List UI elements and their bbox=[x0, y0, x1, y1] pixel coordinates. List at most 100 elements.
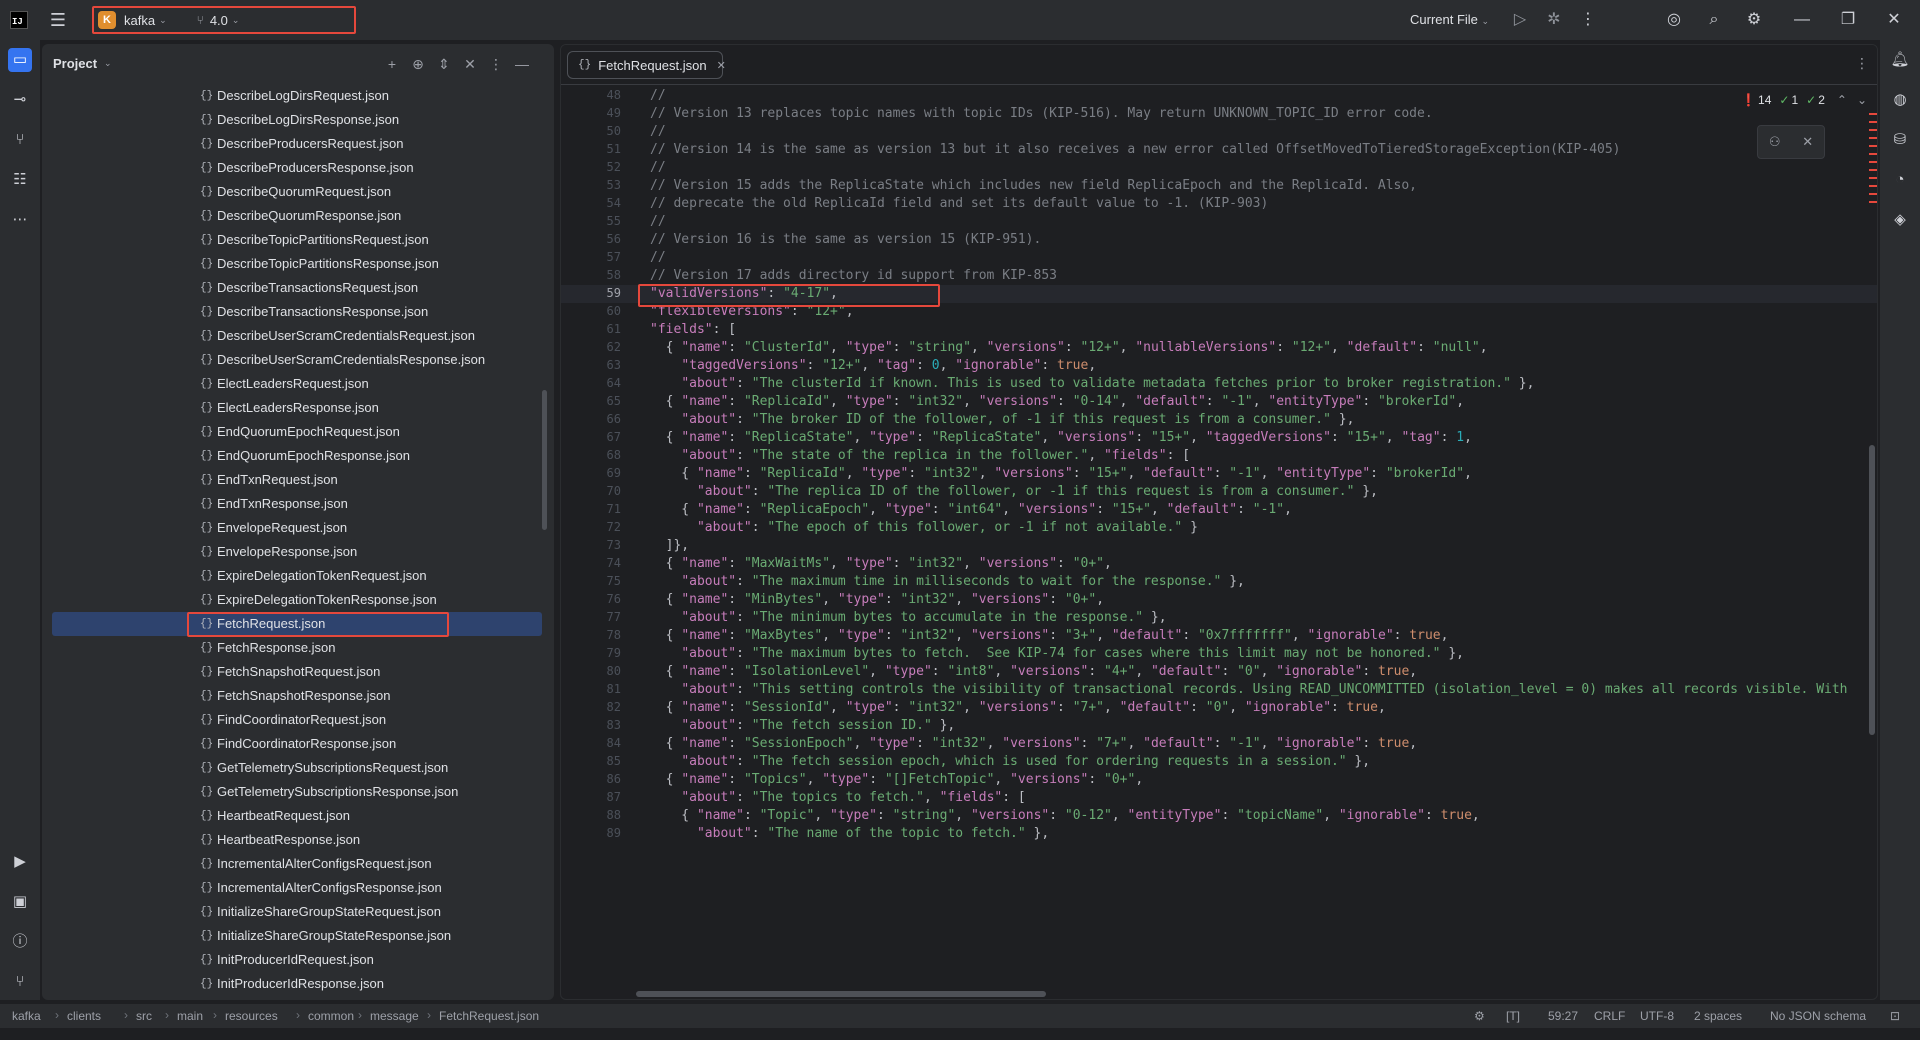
git-branch-icon[interactable]: ⑂ bbox=[197, 13, 204, 27]
git-icon[interactable]: ⑂ bbox=[8, 970, 32, 994]
more-tools-icon[interactable]: ⋯ bbox=[8, 208, 32, 232]
code-line[interactable]: 58 // Version 17 adds directory id suppor… bbox=[561, 267, 1877, 285]
code-line[interactable]: 62 { "name": "ClusterId", "type": "strin… bbox=[561, 339, 1877, 357]
code-editor[interactable]: 48 // 49 // Version 13 replaces topic names… bbox=[561, 85, 1877, 999]
tree-item[interactable]: {} InitializeShareGroupStateRequest.json bbox=[52, 900, 542, 924]
code-line[interactable]: 84 { "name": "SessionEpoch", "type": "in… bbox=[561, 735, 1877, 753]
code-line[interactable]: 86 { "name": "Topics", "type": "[]FetchT… bbox=[561, 771, 1877, 789]
code-line[interactable]: 59 "validVersions": "4-17", bbox=[561, 285, 1877, 303]
project-name-dropdown[interactable]: kafka bbox=[124, 13, 155, 28]
project-panel-title[interactable]: Project bbox=[53, 56, 97, 71]
error-stripe-mark[interactable] bbox=[1869, 113, 1877, 115]
code-line[interactable]: 61 "fields": [ bbox=[561, 321, 1877, 339]
tree-item[interactable]: {} DescribeLogDirsRequest.json bbox=[52, 84, 542, 108]
commit-tool-icon[interactable]: ⊸ bbox=[8, 88, 32, 112]
tree-item[interactable]: {} EnvelopeRequest.json bbox=[52, 516, 542, 540]
error-stripe-mark[interactable] bbox=[1869, 129, 1877, 131]
project-badge[interactable]: K bbox=[98, 11, 116, 29]
tree-item[interactable]: {} InitProducerIdRequest.json bbox=[52, 948, 542, 972]
code-line[interactable]: 76 { "name": "MinBytes", "type": "int32"… bbox=[561, 591, 1877, 609]
tree-item[interactable]: {} DescribeUserScramCredentialsResponse.j… bbox=[52, 348, 542, 372]
text-mode-icon[interactable]: [T] bbox=[1506, 1009, 1520, 1023]
error-stripe-mark[interactable] bbox=[1869, 153, 1877, 155]
code-line[interactable]: 63 "taggedVersions": "12+", "tag": 0, "i… bbox=[561, 357, 1877, 375]
code-line[interactable]: 77 "about": "The minimum bytes to accumu… bbox=[561, 609, 1877, 627]
code-line[interactable]: 83 "about": "The fetch session ID." }, bbox=[561, 717, 1877, 735]
code-line[interactable]: 54 // deprecate the old ReplicaId field a… bbox=[561, 195, 1877, 213]
code-line[interactable]: 56 // Version 16 is the same as version 1… bbox=[561, 231, 1877, 249]
editor-horizontal-scrollbar[interactable] bbox=[636, 991, 1046, 997]
code-line[interactable]: 80 { "name": "IsolationLevel", "type": "… bbox=[561, 663, 1877, 681]
read-only-lock-icon[interactable]: ⊡ bbox=[1890, 1009, 1900, 1023]
search-icon[interactable]: ⌕ bbox=[1704, 10, 1724, 30]
intellij-logo-icon[interactable]: IJ bbox=[10, 11, 28, 29]
tree-item[interactable]: {} GetTelemetrySubscriptionsResponse.json bbox=[52, 780, 542, 804]
more-icon[interactable]: ⋮ bbox=[1578, 10, 1598, 30]
code-line[interactable]: 75 "about": "The maximum time in millise… bbox=[561, 573, 1877, 591]
minimize-icon[interactable]: — bbox=[1792, 10, 1812, 30]
tree-item[interactable]: {} HeartbeatRequest.json bbox=[52, 804, 542, 828]
error-stripes[interactable] bbox=[1869, 113, 1877, 209]
code-line[interactable]: 55 // bbox=[561, 213, 1877, 231]
tree-item[interactable]: {} FindCoordinatorResponse.json bbox=[52, 732, 542, 756]
breadcrumb-item[interactable]: common bbox=[308, 1009, 354, 1023]
code-line[interactable]: 89 "about": "The name of the topic to fe… bbox=[561, 825, 1877, 843]
code-line[interactable]: 78 { "name": "MaxBytes", "type": "int32"… bbox=[561, 627, 1877, 645]
tree-item[interactable]: {} IncrementalAlterConfigsResponse.json bbox=[52, 876, 542, 900]
code-line[interactable]: 71 { "name": "ReplicaEpoch", "type": "in… bbox=[561, 501, 1877, 519]
collapse-all-icon[interactable]: ✕ bbox=[460, 54, 480, 74]
code-line[interactable]: 69 { "name": "ReplicaId", "type": "int32… bbox=[561, 465, 1877, 483]
services-icon[interactable]: ▶ bbox=[8, 850, 32, 874]
code-line[interactable]: 81 "about": "This setting controls the v… bbox=[561, 681, 1877, 699]
error-stripe-mark[interactable] bbox=[1869, 185, 1877, 187]
expand-all-icon[interactable]: ⇕ bbox=[434, 54, 454, 74]
chevron-down-icon[interactable]: ⌄ bbox=[159, 15, 167, 26]
error-stripe-mark[interactable] bbox=[1869, 161, 1877, 163]
code-line[interactable]: 60 "flexibleVersions": "12+", bbox=[561, 303, 1877, 321]
close-icon[interactable]: ✕ bbox=[1802, 134, 1813, 150]
close-tab-icon[interactable]: ✕ bbox=[717, 59, 726, 72]
tree-item[interactable]: {} InitProducerIdResponse.json bbox=[52, 972, 542, 996]
code-line[interactable]: 73 ]}, bbox=[561, 537, 1877, 555]
hide-panel-icon[interactable]: — bbox=[512, 54, 532, 74]
problems-icon[interactable]: ⓘ bbox=[8, 930, 32, 954]
pull-requests-icon[interactable]: ⑂ bbox=[8, 128, 32, 152]
error-stripe-mark[interactable] bbox=[1869, 137, 1877, 139]
error-stripe-mark[interactable] bbox=[1869, 201, 1877, 203]
tree-item[interactable]: {} DescribeTransactionsResponse.json bbox=[52, 300, 542, 324]
code-line[interactable]: 65 { "name": "ReplicaId", "type": "int32… bbox=[561, 393, 1877, 411]
code-line[interactable]: 51 // Version 14 is the same as version 1… bbox=[561, 141, 1877, 159]
code-line[interactable]: 82 { "name": "SessionId", "type": "int32… bbox=[561, 699, 1877, 717]
error-stripe-mark[interactable] bbox=[1869, 193, 1877, 195]
tree-item[interactable]: {} GetTelemetrySubscriptionsRequest.json bbox=[52, 756, 542, 780]
close-icon[interactable]: ✕ bbox=[1884, 10, 1904, 30]
breadcrumb-item[interactable]: FetchRequest.json bbox=[439, 1009, 539, 1023]
tree-item[interactable]: {} ElectLeadersResponse.json bbox=[52, 396, 542, 420]
tree-item[interactable]: {} ExpireDelegationTokenRequest.json bbox=[52, 564, 542, 588]
debug-icon[interactable]: ✲ bbox=[1544, 10, 1564, 30]
code-line[interactable]: 88 { "name": "Topic", "type": "string", … bbox=[561, 807, 1877, 825]
code-line[interactable]: 64 "about": "The clusterId if known. Thi… bbox=[561, 375, 1877, 393]
tree-item[interactable]: {} FetchSnapshotResponse.json bbox=[52, 684, 542, 708]
code-line[interactable]: 87 "about": "The topics to fetch.", "fie… bbox=[561, 789, 1877, 807]
cursor-position[interactable]: 59:27 bbox=[1548, 1009, 1578, 1023]
tab-fetchrequest-json[interactable]: {} FetchRequest.json ✕ bbox=[567, 51, 726, 79]
more-icon[interactable]: ⋮ bbox=[1855, 55, 1869, 72]
code-line[interactable]: 72 "about": "The epoch of this follower,… bbox=[561, 519, 1877, 537]
error-stripe-mark[interactable] bbox=[1869, 145, 1877, 147]
tree-item[interactable]: {} InitializeShareGroupStateResponse.json bbox=[52, 924, 542, 948]
tree-item[interactable]: {} DescribeTopicPartitionsRequest.json bbox=[52, 228, 542, 252]
breadcrumb-item[interactable]: message bbox=[370, 1009, 419, 1023]
branch-dropdown[interactable]: 4.0 bbox=[210, 13, 228, 28]
chevron-up-icon[interactable]: ⌃ bbox=[1837, 93, 1847, 107]
json-schema[interactable]: No JSON schema bbox=[1770, 1009, 1866, 1023]
database-icon[interactable]: ⛁ bbox=[1888, 128, 1912, 152]
restore-icon[interactable]: ❐ bbox=[1838, 10, 1858, 30]
editor-vertical-scrollbar[interactable] bbox=[1869, 445, 1875, 735]
line-separator[interactable]: CRLF bbox=[1594, 1009, 1625, 1023]
breadcrumb-item[interactable]: main bbox=[177, 1009, 203, 1023]
code-line[interactable]: 74 { "name": "MaxWaitMs", "type": "int32… bbox=[561, 555, 1877, 573]
chevron-down-icon[interactable]: ⌄ bbox=[232, 15, 240, 26]
copilot-icon[interactable]: ◈ bbox=[1888, 208, 1912, 232]
tree-item[interactable]: {} DescribeTopicPartitionsResponse.json bbox=[52, 252, 542, 276]
